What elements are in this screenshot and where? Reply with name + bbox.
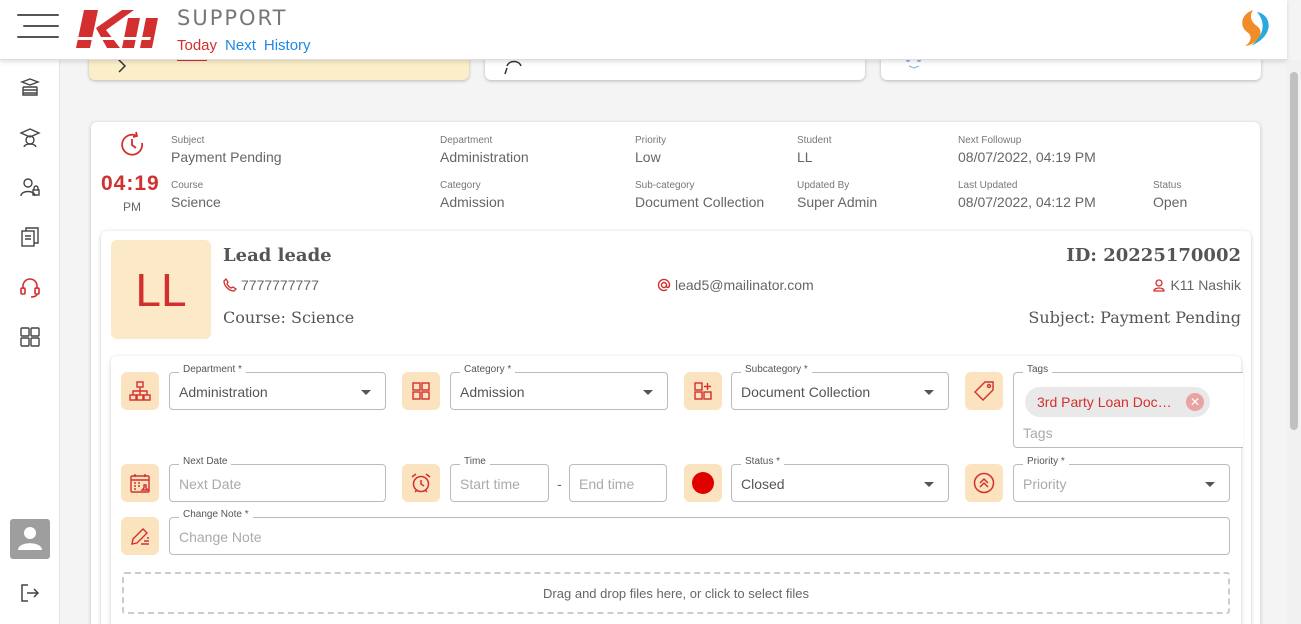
tab-next[interactable]: Next <box>225 37 256 54</box>
end-time-input[interactable]: End time <box>569 464 667 502</box>
app-header: SUPPORT Today Next History <box>0 0 1287 60</box>
search-user-icon <box>504 60 522 75</box>
next-date-input[interactable]: Next Date Next Date <box>169 456 386 502</box>
lead-email[interactable]: lead5@mailinator.com <box>657 277 814 293</box>
student-cap-icon[interactable] <box>19 126 41 148</box>
dashboard-grid-icon[interactable] <box>19 326 41 348</box>
chevron-down-icon <box>924 482 934 487</box>
page-scrollbar[interactable] <box>1287 60 1301 624</box>
priority-select[interactable]: Priority * Priority <box>1013 456 1230 502</box>
books-stack-icon[interactable] <box>19 226 41 248</box>
department-select[interactable]: Department * Administration <box>169 364 386 410</box>
field-course: Course Science <box>171 180 221 210</box>
chip-remove-icon[interactable]: ✕ <box>1186 393 1204 411</box>
tag-chip[interactable]: 3rd Party Loan Documents ✕ <box>1025 387 1210 417</box>
lead-name: Lead leade <box>223 245 332 266</box>
field-next-followup: Next Followup 08/07/2022, 04:19 PM <box>958 135 1096 165</box>
status-dot-icon <box>684 464 722 502</box>
course-books-icon[interactable] <box>19 76 41 98</box>
chevron-down-icon <box>643 390 653 395</box>
ticket-time: 04:19 <box>101 172 160 195</box>
category-select[interactable]: Category * Admission <box>450 364 668 410</box>
field-priority: Priority Low <box>635 135 667 165</box>
subcategory-select[interactable]: Subcategory * Document Collection <box>731 364 949 410</box>
ticket-ampm: PM <box>123 200 141 214</box>
at-icon <box>657 278 671 292</box>
tags-input-placeholder[interactable]: Tags <box>1023 425 1053 441</box>
lead-id: ID: 20225170002 <box>1066 245 1241 266</box>
status-select[interactable]: Status * Closed <box>731 456 949 502</box>
field-student: Student LL <box>797 135 832 165</box>
avatar[interactable] <box>10 519 50 559</box>
user-icon <box>18 527 42 550</box>
field-category: Category Admission <box>440 180 505 210</box>
history-summary-card[interactable] <box>881 58 1261 80</box>
field-subcategory: Sub-category Document Collection <box>635 180 765 210</box>
tags-field[interactable]: Tags 3rd Party Loan Documents ✕ Tags <box>1013 364 1243 448</box>
lead-card: LL Lead leade 7777777777 Course: Science… <box>101 231 1251 624</box>
chevron-down-icon <box>1205 482 1215 487</box>
lead-branch: K11 Nashik <box>1152 277 1241 293</box>
lead-course: Course: Science <box>223 308 355 327</box>
branch-location-icon <box>1153 279 1166 292</box>
lead-email-text: lead5@mailinator.com <box>675 277 814 293</box>
menu-toggle-icon[interactable] <box>17 14 59 38</box>
alarm-clock-icon <box>402 464 440 502</box>
lead-phone[interactable]: 7777777777 <box>223 277 319 293</box>
today-summary-card[interactable] <box>89 58 469 80</box>
calendar-icon <box>121 464 159 502</box>
sidebar <box>0 60 60 624</box>
update-ticket-form: Department * Administration Category * A… <box>111 356 1243 624</box>
clock-icon <box>121 131 144 156</box>
field-last-updated: Last Updated 08/07/2022, 04:12 PM <box>958 180 1096 210</box>
change-note-input[interactable]: Change Note * Change Note <box>169 509 1230 555</box>
headset-icon[interactable] <box>19 276 41 298</box>
logout-icon[interactable] <box>19 582 41 604</box>
lead-branch-text: K11 Nashik <box>1170 277 1241 293</box>
field-updated-by: Updated By Super Admin <box>797 180 878 210</box>
app-title: SUPPORT <box>177 6 288 30</box>
priority-chevrons-icon <box>965 464 1003 502</box>
lead-subject: Subject: Payment Pending <box>1028 308 1241 327</box>
start-time-input[interactable]: Time Start time <box>450 456 549 502</box>
chevron-down-icon <box>924 390 934 395</box>
next-summary-card[interactable] <box>485 58 865 80</box>
brand-badge-icon <box>1242 10 1269 46</box>
tab-today[interactable]: Today <box>177 37 217 54</box>
tag-icon <box>965 372 1003 410</box>
nav-tabs: Today Next History <box>177 37 311 54</box>
subcategory-grid-plus-icon <box>684 372 722 410</box>
field-subject: Subject Payment Pending <box>171 135 282 165</box>
lead-phone-text: 7777777777 <box>241 277 319 293</box>
category-grid-icon <box>402 372 440 410</box>
k11-logo <box>76 10 158 48</box>
file-dropzone[interactable]: Drag and drop files here, or click to se… <box>122 572 1230 614</box>
field-department: Department Administration <box>440 135 529 165</box>
history-icon <box>906 58 921 69</box>
lead-avatar: LL <box>111 240 211 339</box>
ticket-icon <box>116 58 207 73</box>
edit-note-icon <box>121 517 159 555</box>
tab-history[interactable]: History <box>264 37 311 54</box>
chevron-down-icon <box>361 390 371 395</box>
user-lock-icon[interactable] <box>19 176 41 198</box>
phone-icon <box>223 278 237 292</box>
scroll-thumb[interactable] <box>1290 72 1298 430</box>
field-status: Status Open <box>1153 180 1188 210</box>
time-separator: - <box>557 476 562 492</box>
ticket-card: 04:19 PM Subject Payment Pending Departme… <box>91 122 1260 624</box>
department-tree-icon <box>121 372 159 410</box>
